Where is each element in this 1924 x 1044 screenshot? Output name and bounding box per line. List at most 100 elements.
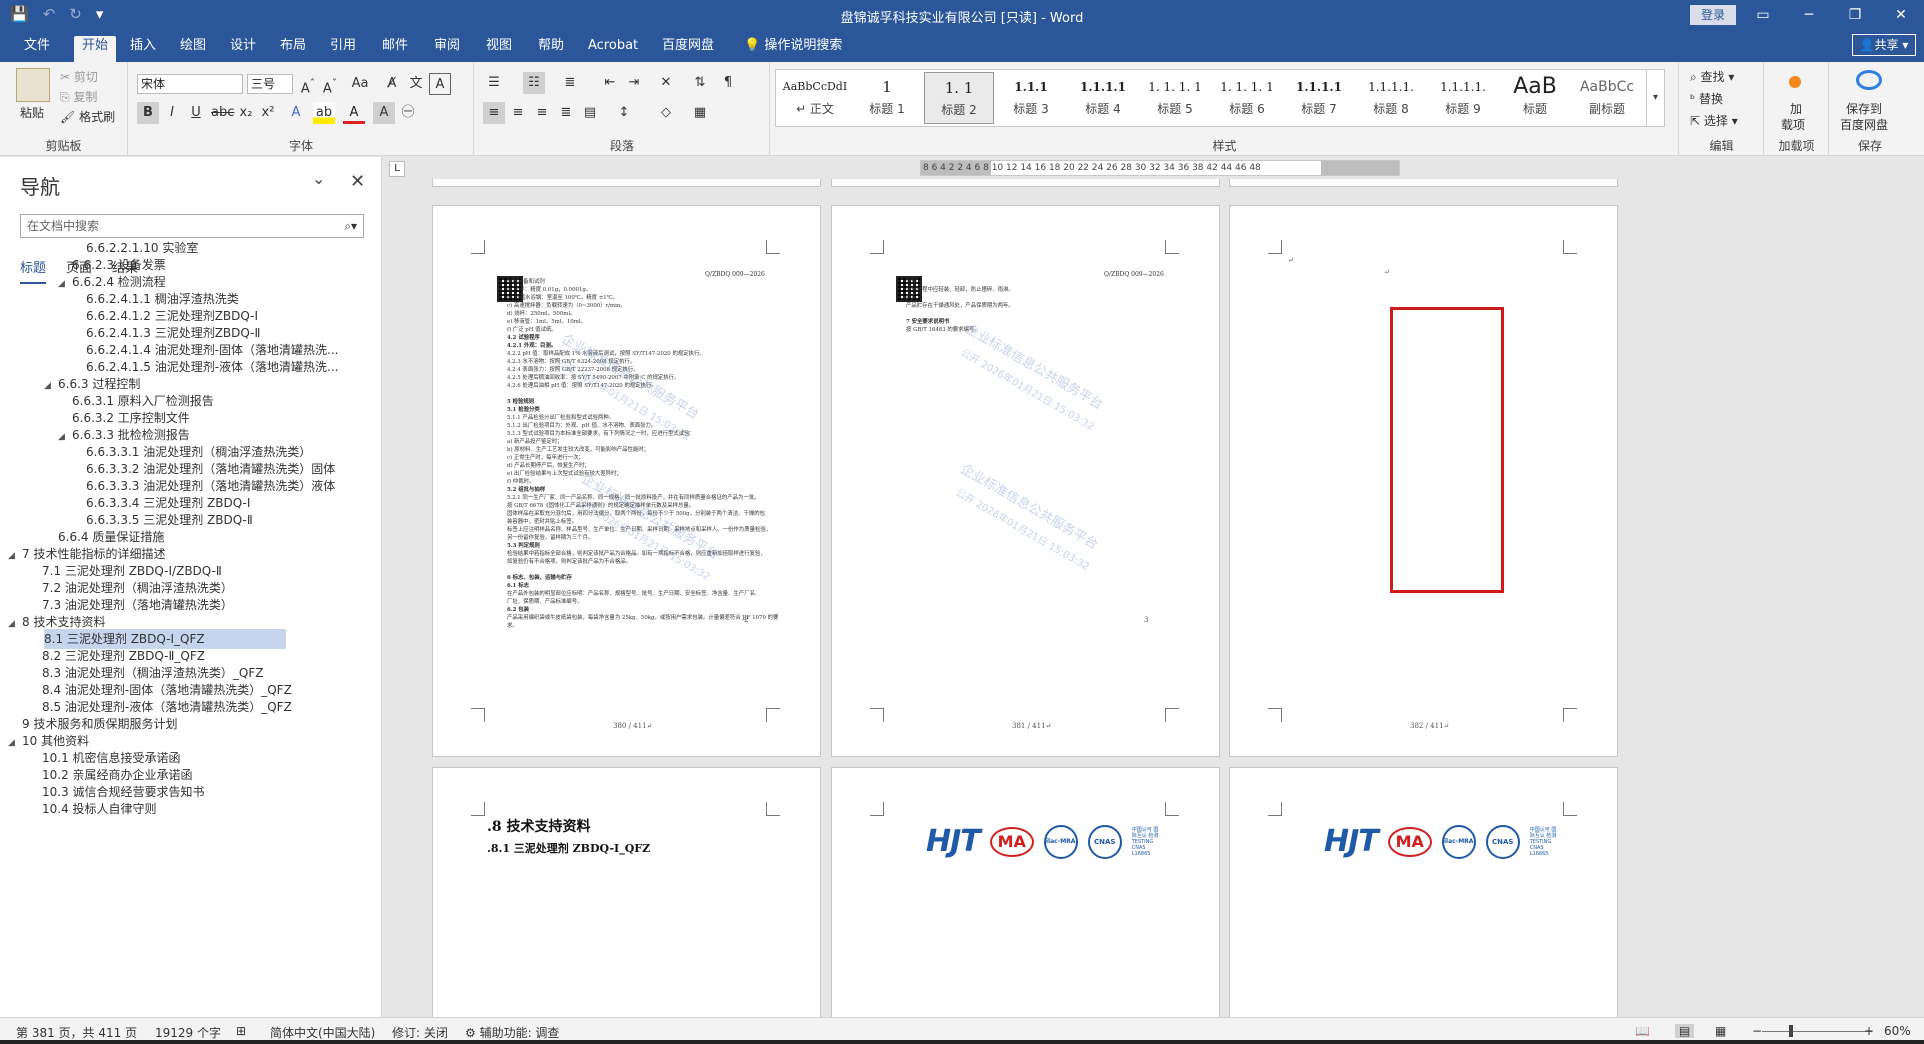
style-item[interactable]: 1. 1 标题 2 (924, 72, 994, 124)
search-icon[interactable]: ⌕▾ (344, 215, 357, 237)
copy-button[interactable]: ⎘ 复制 (60, 88, 97, 105)
tab-design[interactable]: 设计 (222, 36, 264, 62)
zoom-slider-thumb[interactable] (1789, 1025, 1793, 1037)
enclose-characters-icon[interactable]: ㊀ (397, 102, 419, 124)
numbering-icon[interactable]: ☷ (523, 72, 545, 94)
login-button[interactable]: 登录 (1690, 5, 1736, 25)
shrink-font-icon[interactable]: Aˇ (319, 73, 341, 96)
collapse-arrow-icon[interactable]: ◢ (8, 546, 22, 564)
borders-icon[interactable]: ▦ (689, 102, 711, 124)
cut-button[interactable]: ✂ 剪切 (60, 68, 98, 85)
bullets-icon[interactable]: ☰ (483, 72, 505, 94)
restore-button[interactable]: ❐ (1832, 0, 1878, 30)
tab-selector[interactable]: L (389, 161, 405, 177)
ribbon-display-options-icon[interactable]: ▭ (1740, 0, 1786, 30)
chinese-layout-icon[interactable]: ✕ (655, 72, 677, 94)
styles-more-icon[interactable]: ▾ (1646, 70, 1664, 126)
paste-icon[interactable] (16, 68, 50, 102)
share-button[interactable]: 👤共享 ▾ (1852, 34, 1916, 56)
page-381[interactable]: Q/ZBDQ 009—2026 运输 运输过程中应轻装、轻卸，防止撞碎、雨淋。 贮存… (831, 205, 1220, 757)
page-383[interactable]: .8 技术支持资料 .8.1 三泥处理剂 ZBDQ-Ⅰ_QFZ (432, 767, 821, 1017)
nav-tab-headings[interactable]: 标题 (20, 257, 47, 284)
tab-draw[interactable]: 绘图 (172, 36, 214, 62)
tab-view[interactable]: 视图 (478, 36, 520, 62)
superscript-icon[interactable]: x² (257, 102, 279, 124)
style-item[interactable]: AaBbCcDdI ↵ 正文 (780, 72, 850, 124)
style-item[interactable]: 1. 1. 1. 1 标题 6 (1212, 72, 1282, 124)
multilevel-list-icon[interactable]: ≣ (559, 72, 581, 94)
tab-help[interactable]: 帮助 (530, 36, 572, 62)
style-item[interactable]: 1.1.1.1. 标题 8 (1356, 72, 1426, 124)
page-380[interactable]: Q/ZBDQ 009—2026 仪器设备和试剂 a) 天平：精度 0.01g，0.… (432, 205, 821, 757)
style-item[interactable]: AaB 标题 (1500, 72, 1570, 124)
change-case-icon[interactable]: Aa (349, 73, 371, 95)
zoom-out-icon[interactable]: − (1752, 1024, 1762, 1038)
save-netdisk-line2[interactable]: 百度网盘 (1840, 116, 1888, 133)
addins-button-line2[interactable]: 载项 (1781, 116, 1805, 133)
page-382[interactable]: ↵ ↵ 382 / 411↵ (1229, 205, 1618, 757)
italic-icon[interactable]: I (161, 102, 183, 124)
tab-references[interactable]: 引用 (322, 36, 364, 62)
minimize-button[interactable]: ─ (1786, 0, 1832, 30)
text-effects-icon[interactable]: A (285, 102, 307, 124)
chevron-down-icon[interactable]: ⌄ (312, 169, 325, 188)
decrease-indent-icon[interactable]: ⇤ (599, 72, 621, 94)
zoom-in-icon[interactable]: + (1864, 1024, 1874, 1038)
zoom-level[interactable]: 60% (1884, 1024, 1911, 1038)
style-item[interactable]: AaBbCc 副标题 (1572, 72, 1642, 124)
tab-baidu-netdisk[interactable]: 百度网盘 (654, 36, 722, 62)
proofing-icon[interactable]: ⊞ (236, 1024, 246, 1038)
distributed-icon[interactable]: ▤ (579, 102, 601, 124)
increase-indent-icon[interactable]: ⇥ (623, 72, 645, 94)
tab-home[interactable]: 开始 (74, 36, 117, 62)
word-count[interactable]: 19129 个字 (155, 1024, 221, 1041)
align-right-icon[interactable]: ≡ (531, 102, 553, 124)
strikethrough-icon[interactable]: abc (211, 102, 234, 124)
find-button[interactable]: ⌕ 查找 ▾ (1690, 68, 1734, 85)
font-name-combo[interactable]: 宋体 (137, 74, 243, 94)
shading-icon[interactable]: ◇ (655, 102, 677, 124)
track-changes-status[interactable]: 修订: 关闭 (392, 1024, 448, 1041)
align-left-icon[interactable]: ≡ (483, 102, 505, 124)
tell-me-search[interactable]: 💡 操作说明搜索 (736, 36, 850, 62)
replace-button[interactable]: ᵇ 替换 (1690, 90, 1723, 107)
style-item[interactable]: 1.1.1.1. 标题 9 (1428, 72, 1498, 124)
zoom-slider[interactable] (1762, 1031, 1872, 1032)
language-status[interactable]: 简体中文(中国大陆) (270, 1024, 375, 1041)
nav-heading-item[interactable]: 10.4 投标人自律守则 (42, 799, 157, 819)
tab-mailings[interactable]: 邮件 (374, 36, 416, 62)
page-count[interactable]: 第 381 页，共 411 页 (16, 1024, 137, 1041)
ruler-scale[interactable]: 8 6 4 2 2 4 6 8 10 12 14 16 18 20 22 24 … (920, 160, 1400, 176)
grow-font-icon[interactable]: Aˆ (297, 73, 319, 96)
bold-icon[interactable]: B (137, 102, 159, 124)
page-384[interactable]: HJT MA ilac-MRA CNAS 中国认可 国际互认 检测 TESTIN… (831, 767, 1220, 1017)
highlight-icon[interactable]: ab (313, 102, 335, 124)
align-center-icon[interactable]: ≡ (507, 102, 529, 124)
subscript-icon[interactable]: x₂ (235, 102, 257, 124)
collapse-arrow-icon[interactable]: ◢ (58, 274, 72, 292)
style-item[interactable]: 1.1.1.1 标题 7 (1284, 72, 1354, 124)
save-netdisk-line1[interactable]: 保存到 (1846, 100, 1882, 117)
accessibility-status[interactable]: ⚙ 辅助功能: 调查 (465, 1024, 559, 1041)
clear-formatting-icon[interactable]: A̸ (381, 73, 403, 95)
format-painter-button[interactable]: 🖌 格式刷 (60, 108, 115, 125)
tab-file[interactable]: 文件 (16, 36, 58, 62)
paste-button[interactable]: 粘贴 (20, 104, 44, 121)
tab-insert[interactable]: 插入 (122, 36, 164, 62)
baidu-netdisk-icon[interactable] (1856, 70, 1882, 90)
character-shading-icon[interactable]: A (373, 102, 395, 124)
font-size-combo[interactable]: 三号 (247, 74, 293, 94)
read-mode-icon[interactable]: 📖 (1635, 1024, 1650, 1038)
line-spacing-icon[interactable]: ↕ (613, 102, 635, 124)
character-border-icon[interactable]: A (429, 73, 451, 95)
close-button[interactable]: ✕ (1878, 0, 1924, 30)
addins-icon[interactable] (1789, 76, 1801, 88)
style-item[interactable]: 1.1.1.1 标题 4 (1068, 72, 1138, 124)
page-385[interactable]: HJT MA ilac-MRA CNAS 中国认可 国际互认 检测 TESTIN… (1229, 767, 1618, 1017)
web-layout-icon[interactable]: ▦ (1715, 1024, 1726, 1038)
tab-layout[interactable]: 布局 (272, 36, 314, 62)
tab-acrobat[interactable]: Acrobat (580, 36, 646, 62)
print-layout-icon[interactable]: ▤ (1675, 1024, 1695, 1038)
collapse-arrow-icon[interactable]: ◢ (8, 733, 22, 751)
addins-button-line1[interactable]: 加 (1790, 100, 1802, 117)
